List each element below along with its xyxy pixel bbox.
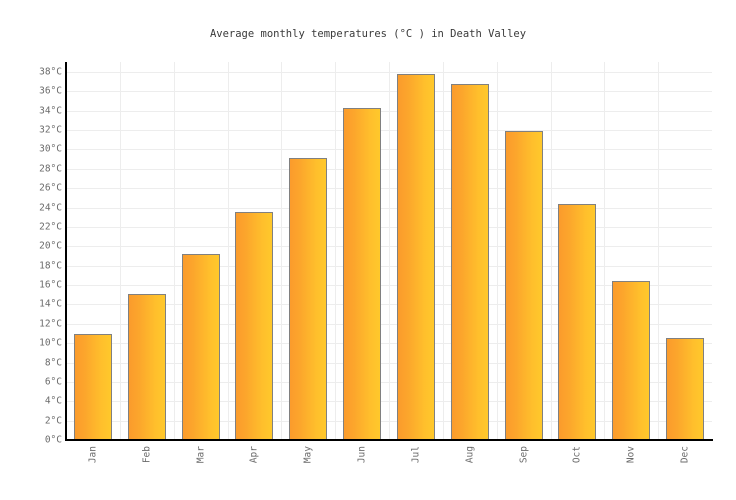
x-axis-tick-label: Dec — [679, 446, 691, 464]
bar-slot — [289, 62, 328, 440]
y-axis-tick-label: 24°C — [39, 202, 62, 214]
bar-nov[interactable] — [612, 281, 651, 440]
y-axis-tick-label: 22°C — [39, 221, 62, 233]
y-axis-tick-label: 16°C — [39, 279, 62, 291]
bar-slot — [612, 62, 651, 440]
x-axis-tick: Feb — [120, 444, 174, 494]
y-axis-tick-label: 30°C — [39, 143, 62, 155]
bar-slot — [127, 62, 166, 440]
x-axis-tick: Mar — [174, 444, 228, 494]
y-axis-tick-label: 2°C — [44, 415, 62, 427]
bar-may[interactable] — [289, 158, 328, 440]
bar-sep[interactable] — [504, 131, 543, 440]
temperature-bar-chart: Average monthly temperatures (°C ) in De… — [0, 0, 736, 500]
x-axis-tick: Jul — [389, 444, 443, 494]
bar-slot — [343, 62, 382, 440]
y-axis-tick-label: 20°C — [39, 240, 62, 252]
y-axis-tick-label: 38°C — [39, 66, 62, 78]
x-axis-line — [65, 439, 713, 441]
x-axis-tick-label: Jul — [410, 446, 422, 464]
x-axis-tick-label: Jun — [356, 446, 368, 464]
y-axis-tick-label: 14°C — [39, 298, 62, 310]
bar-slot — [558, 62, 597, 440]
x-axis-tick-label: Nov — [625, 446, 637, 464]
bar-apr[interactable] — [235, 212, 274, 440]
y-axis-tick-label: 4°C — [44, 395, 62, 407]
bar-slot — [73, 62, 112, 440]
bar-jul[interactable] — [396, 73, 435, 440]
x-axis-tick: Dec — [658, 444, 712, 494]
x-axis-tick: Jan — [66, 444, 120, 494]
bar-jun[interactable] — [343, 107, 382, 440]
bar-feb[interactable] — [127, 293, 166, 440]
y-axis-tick-label: 12°C — [39, 318, 62, 330]
x-axis-tick: Nov — [604, 444, 658, 494]
y-axis-tick-label: 26°C — [39, 182, 62, 194]
y-axis-tick-label: 10°C — [39, 337, 62, 349]
y-axis-tick-label: 0°C — [44, 434, 62, 446]
x-axis-tick-label: Jan — [87, 446, 99, 464]
bar-aug[interactable] — [450, 83, 489, 440]
x-axis-tick-label: Sep — [518, 446, 530, 464]
bar-slot — [235, 62, 274, 440]
bar-jan[interactable] — [73, 334, 112, 440]
x-axis-tick: Aug — [443, 444, 497, 494]
bar-dec[interactable] — [666, 338, 705, 440]
x-axis-tick-label: Aug — [464, 446, 476, 464]
bar-slot — [504, 62, 543, 440]
chart-title: Average monthly temperatures (°C ) in De… — [209, 28, 527, 40]
x-axis-tick: Oct — [551, 444, 605, 494]
x-axis-tick-label: Feb — [141, 446, 153, 464]
bar-slot — [450, 62, 489, 440]
bar-slot — [181, 62, 220, 440]
y-axis-tick-label: 18°C — [39, 260, 62, 272]
bar-slot — [666, 62, 705, 440]
bar-slot — [396, 62, 435, 440]
x-axis-tick: Jun — [335, 444, 389, 494]
y-axis-tick-label: 6°C — [44, 376, 62, 388]
x-axis-tick: Sep — [497, 444, 551, 494]
bar-oct[interactable] — [558, 203, 597, 440]
y-axis-tick-label: 34°C — [39, 105, 62, 117]
bar-series — [66, 62, 712, 440]
x-axis-tick-label: May — [302, 446, 314, 464]
y-axis-line — [65, 62, 67, 441]
x-axis-tick: May — [281, 444, 335, 494]
y-axis-tick-label: 32°C — [39, 124, 62, 136]
y-axis-tick-label: 36°C — [39, 85, 62, 97]
plot-area — [66, 62, 712, 440]
y-axis-tick-label: 28°C — [39, 163, 62, 175]
x-axis-tick-label: Apr — [248, 446, 260, 464]
x-axis-tick-label: Mar — [195, 446, 207, 464]
x-axis-tick: Apr — [228, 444, 282, 494]
y-axis-tick-label: 8°C — [44, 357, 62, 369]
x-axis-tick-label: Oct — [571, 446, 583, 464]
bar-mar[interactable] — [181, 254, 220, 440]
